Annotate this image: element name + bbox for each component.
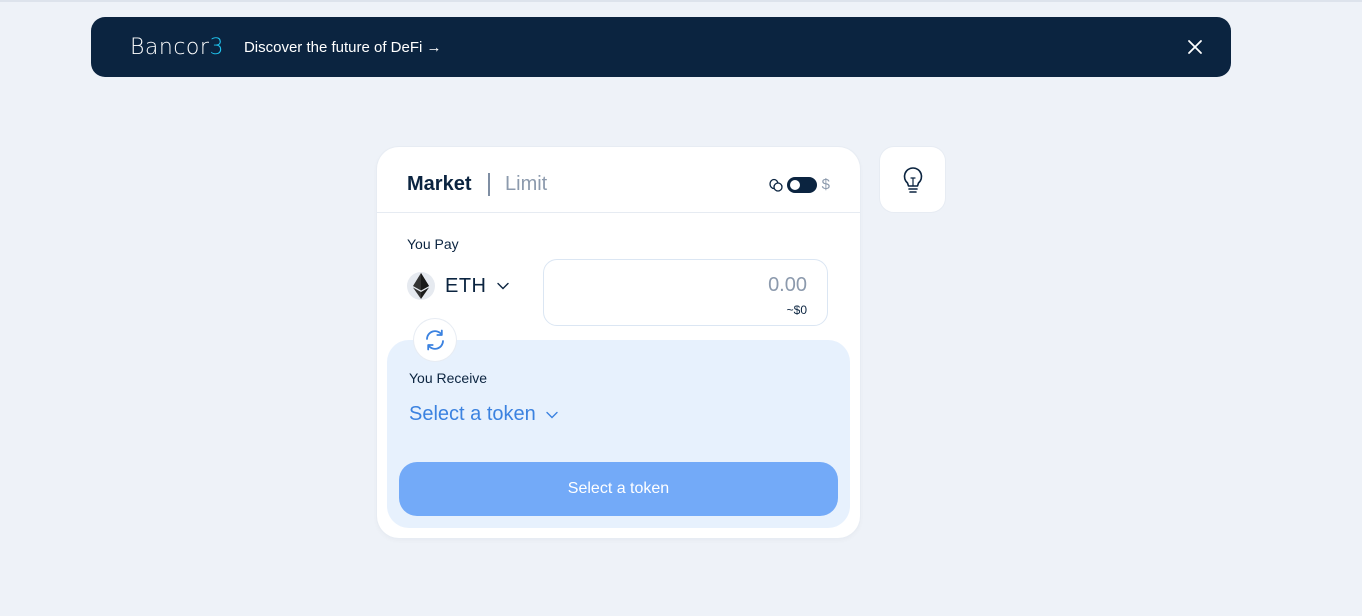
toggle-knob: [789, 179, 800, 190]
receive-token-select[interactable]: Select a token: [409, 403, 558, 426]
pay-amount-input[interactable]: [607, 274, 807, 297]
swap-arrows-icon: [426, 329, 444, 351]
bancor-logo[interactable]: Bancor3: [130, 35, 224, 60]
tips-button[interactable]: [880, 147, 945, 212]
currency-toggle[interactable]: [786, 176, 817, 193]
top-divider: [0, 0, 1362, 2]
eth-icon: [407, 272, 435, 300]
chevron-down-icon: [496, 282, 509, 290]
promo-banner: Bancor3 Discover the future of DeFi →: [91, 17, 1231, 77]
coins-icon: [769, 178, 783, 192]
tab-divider: [488, 173, 490, 196]
eth-glyph: [413, 273, 429, 299]
receive-token-select-label: Select a token: [409, 403, 536, 425]
swap-card: Market Limit $ You Pay ETH 0.00 ~$0 You …: [377, 147, 860, 538]
you-pay-label: You Pay: [407, 236, 459, 252]
lightbulb-icon: [903, 166, 922, 193]
pay-usd-value: ~$0: [786, 303, 807, 317]
pay-token-label: ETH: [445, 274, 487, 297]
currency-toggle-group: $: [768, 176, 830, 193]
pay-token-select[interactable]: ETH: [407, 272, 509, 300]
select-token-button[interactable]: Select a token: [399, 462, 838, 516]
close-icon[interactable]: [1187, 39, 1203, 55]
tab-market[interactable]: Market: [407, 173, 471, 196]
switch-tokens-button[interactable]: [414, 319, 456, 361]
receive-panel: You Receive Select a token Select a toke…: [387, 340, 850, 528]
banner-message[interactable]: Discover the future of DeFi →: [244, 39, 442, 56]
chevron-down-icon: [546, 411, 558, 418]
swap-card-header: Market Limit $: [377, 147, 860, 213]
tab-limit[interactable]: Limit: [505, 173, 547, 196]
pay-amount-box: ~$0: [543, 259, 828, 326]
you-receive-label: You Receive: [409, 370, 488, 386]
dollar-label: $: [821, 176, 830, 193]
